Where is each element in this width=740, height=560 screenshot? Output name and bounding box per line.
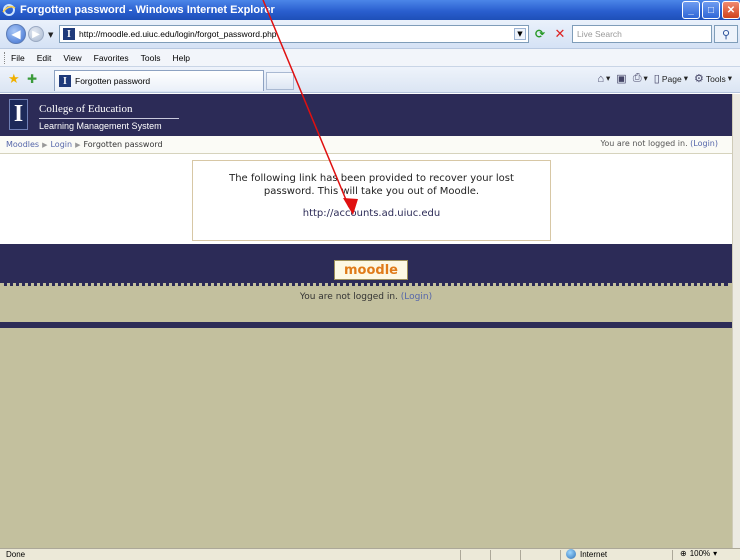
zoom-icon: ⊕	[680, 549, 687, 558]
close-button[interactable]: ✕	[722, 1, 740, 19]
tab-forgotten-password[interactable]: I Forgotten password	[54, 70, 264, 91]
breadcrumb-separator-icon: ▶	[75, 140, 81, 149]
breadcrumb-separator-icon: ▶	[42, 140, 48, 149]
address-toolbar: ◀ ▶ ▼ I http://moodle.ed.uiuc.edu/login/…	[0, 20, 740, 49]
menu-grip	[4, 51, 7, 64]
site-footer: moodle	[0, 244, 732, 286]
stop-button[interactable]: ✕	[552, 26, 568, 42]
window-title: Forgotten password - Windows Internet Ex…	[20, 4, 275, 16]
address-url[interactable]: http://moodle.ed.uiuc.edu/login/forgot_p…	[79, 29, 277, 39]
home-button[interactable]: ⌂ ▾	[597, 73, 610, 85]
vertical-scrollbar[interactable]	[732, 94, 740, 548]
tools-menu-button[interactable]: ⚙ Tools ▾	[694, 72, 732, 85]
illinois-logo[interactable]: I	[9, 99, 28, 130]
site-favicon-icon: I	[63, 28, 75, 40]
tools-menu-label: Tools	[705, 73, 726, 84]
home-icon: ⌂	[597, 72, 605, 85]
address-bar[interactable]: I http://moodle.ed.uiuc.edu/login/forgot…	[59, 25, 529, 43]
window-title-bar: Forgotten password - Windows Internet Ex…	[0, 0, 740, 20]
recovery-box: The following link has been provided to …	[192, 160, 551, 241]
footer-login-info: You are not logged in. (Login)	[0, 292, 732, 302]
command-bar: ⌂ ▾ ▣ ⎙ ▾ ▯ Page ▾ ⚙ Tools ▾	[597, 72, 732, 85]
system-name: Learning Management System	[39, 121, 162, 131]
status-segment	[672, 550, 673, 560]
tab-label: Forgotten password	[75, 76, 151, 86]
forward-button[interactable]: ▶	[28, 26, 44, 42]
breadcrumb-moodles[interactable]: Moodles	[6, 140, 39, 149]
minimize-button[interactable]: _	[682, 1, 700, 19]
status-text: Done	[6, 550, 26, 559]
zoom-dropdown-icon: ▾	[713, 549, 718, 558]
ie-logo-icon	[2, 4, 16, 16]
menu-edit[interactable]: Edit	[37, 53, 52, 63]
zone-label: Internet	[580, 549, 608, 559]
zoom-control[interactable]: ⊕ 100% ▾	[680, 549, 717, 558]
tab-toolbar: ★ ✚ I Forgotten password ⌂ ▾ ▣ ⎙ ▾ ▯ Page ▾ …	[0, 67, 740, 93]
add-favorites-icon[interactable]: ✚	[27, 72, 37, 86]
footer-login-link[interactable]: (Login)	[401, 292, 432, 302]
print-button[interactable]: ⎙ ▾	[633, 72, 648, 85]
footer-login-status: You are not logged in.	[299, 292, 398, 302]
menu-view[interactable]: View	[63, 53, 81, 63]
menu-favorites[interactable]: Favorites	[94, 53, 129, 63]
status-segment	[490, 550, 491, 560]
back-button[interactable]: ◀	[6, 24, 26, 44]
page-menu-label: Page	[661, 73, 682, 84]
header-login-link[interactable]: (Login)	[690, 139, 718, 148]
bottom-band	[0, 322, 732, 328]
header-login-status: You are not logged in.	[600, 139, 688, 148]
recovery-message: The following link has been provided to …	[229, 173, 514, 197]
gear-icon: ⚙	[694, 73, 704, 85]
maximize-button[interactable]: □	[702, 1, 720, 19]
college-name: College of Education	[39, 103, 133, 115]
feeds-button[interactable]: ▣	[616, 72, 626, 85]
history-dropdown-icon[interactable]: ▼	[48, 31, 53, 39]
breadcrumb-current: Forgotten password	[83, 140, 163, 149]
moodle-logo[interactable]: moodle	[334, 260, 408, 280]
menu-bar: File Edit View Favorites Tools Help	[0, 49, 740, 67]
site-header: I College of Education Learning Manageme…	[0, 94, 732, 136]
security-zone[interactable]: Internet	[566, 549, 607, 559]
tab-favicon-icon: I	[59, 75, 71, 87]
page-menu-button[interactable]: ▯ Page ▾	[654, 72, 688, 85]
status-segment	[460, 550, 461, 560]
header-login-info: You are not logged in. (Login)	[601, 139, 718, 148]
window-controls: _ □ ✕	[682, 1, 740, 19]
search-input[interactable]: Live Search	[572, 25, 712, 43]
favorites-star-icon[interactable]: ★	[8, 72, 20, 87]
main-content: The following link has been provided to …	[0, 154, 732, 244]
new-tab-button[interactable]	[266, 72, 294, 90]
web-page: I College of Education Learning Manageme…	[0, 94, 732, 548]
menu-file[interactable]: File	[11, 53, 25, 63]
recovery-link[interactable]: http://accounts.ad.uiuc.edu	[303, 208, 441, 219]
search-button[interactable]: ⚲	[714, 25, 738, 43]
header-divider	[39, 118, 179, 119]
address-dropdown-icon[interactable]: ▼	[514, 28, 526, 40]
page-icon: ▯	[653, 73, 660, 85]
globe-icon	[566, 549, 576, 559]
print-icon: ⎙	[632, 72, 642, 84]
breadcrumb: Moodles ▶ Login ▶ Forgotten password You…	[0, 136, 732, 154]
menu-tools[interactable]: Tools	[141, 53, 161, 63]
refresh-button[interactable]: ⟳	[532, 26, 548, 42]
feeds-icon: ▣	[616, 73, 627, 85]
status-segment	[520, 550, 521, 560]
menu-help[interactable]: Help	[172, 53, 189, 63]
breadcrumb-login[interactable]: Login	[50, 140, 72, 149]
zoom-level: 100%	[689, 549, 711, 558]
status-bar: Done Internet ⊕ 100% ▾	[0, 548, 740, 560]
status-segment	[560, 550, 561, 560]
